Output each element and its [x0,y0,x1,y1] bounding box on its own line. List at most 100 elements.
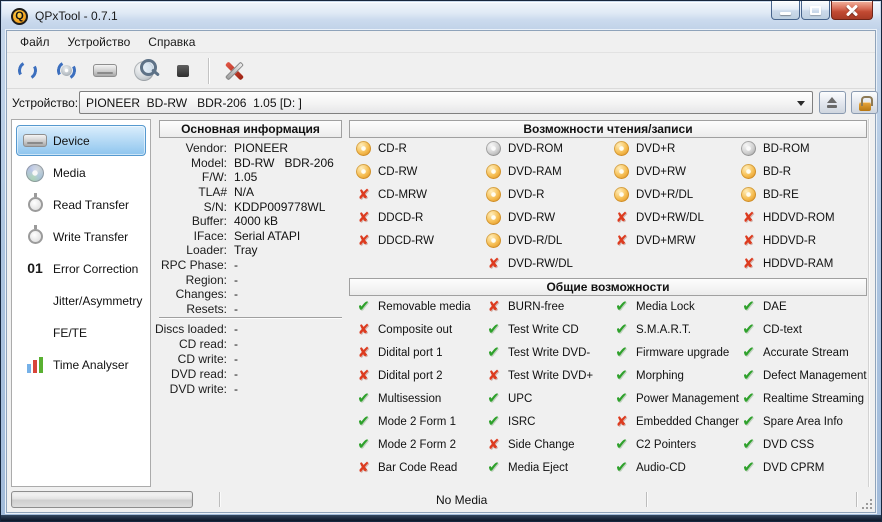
capability-label: ISRC [508,416,535,428]
sidebar-item[interactable]: Jitter/Asymmetry [16,285,146,316]
check-icon [742,390,755,408]
sidebar-item[interactable]: Error Correction [16,253,146,284]
capability-item: S.M.A.R.T. [614,318,739,341]
refresh-media-button[interactable] [50,56,82,86]
statusbar-separator [646,492,648,507]
cross-icon [358,186,370,204]
sidebar-item[interactable]: Read Transfer [16,189,146,220]
cross-icon [743,255,755,273]
capability-label: UPC [508,393,532,405]
menu-item[interactable]: Файл [11,32,59,52]
capability-label: Defect Management [763,370,867,382]
client-area: Файл Устройство Справка [6,30,876,513]
disc-write-icon [741,187,756,202]
info-row-value: 1.05 [234,170,257,184]
check-icon [487,390,500,408]
capability-item: BURN-free [486,295,612,318]
capability-item: Accurate Stream [741,341,867,364]
menu-item[interactable]: Устройство [59,32,140,52]
capability-label: Mode 2 Form 1 [378,416,456,428]
sidebar-item[interactable]: Device [16,125,146,156]
refresh-button[interactable] [11,56,43,86]
cross-icon [358,367,370,385]
stop-button[interactable] [167,56,199,86]
capability-item: Firmware upgrade [614,341,739,364]
capability-label: Bar Code Read [378,462,457,474]
capability-label: Media Eject [508,462,568,474]
info-row: Discs loaded: - [153,321,349,336]
info-row-label: DVD write: [153,382,227,396]
disc-write-icon [486,164,501,179]
disc-write-icon [741,164,756,179]
drive-info-button[interactable] [89,56,121,86]
close-button[interactable] [831,1,873,20]
resize-grip[interactable] [861,498,873,510]
info-row: IFace: Serial ATAPI [153,229,349,244]
info-row-label: CD read: [153,337,227,351]
capability-item: BD-RE [741,183,867,206]
info-row-label: DVD read: [153,367,227,381]
capability-item: Morphing [614,364,739,387]
check-icon [742,459,755,477]
sidebar-item[interactable]: Media [16,157,146,188]
capability-label: CD-text [763,324,802,336]
lock-button[interactable] [851,91,878,114]
capability-item: Spare Area Info [741,410,867,433]
capability-item: Didital port 1 [356,341,484,364]
capability-label: DVD+RW [636,166,686,178]
status-message: No Media [436,493,487,507]
title-bar[interactable]: Q QPxTool - 0.7.1 [2,2,880,30]
info-row-label: Vendor: [153,141,227,155]
capability-item: Side Change [486,433,612,456]
maximize-button[interactable] [801,1,830,20]
cross-icon [358,232,370,250]
capability-label: Side Change [508,439,575,451]
minimize-button[interactable] [771,1,800,20]
disc-read-icon [741,141,756,156]
disc-read-icon [486,141,501,156]
sidebar-item-label: Device [53,134,90,148]
check-icon [742,298,755,316]
minimize-icon [780,12,791,15]
capability-label: HDDVD-R [763,235,816,247]
check-icon [615,298,628,316]
device-select[interactable]: PIONEER BD-RW BDR-206 1.05 [D: ] [79,91,813,114]
capability-label: DVD CSS [763,439,814,451]
info-row: F/W: 1.05 [153,170,349,185]
settings-icon [222,59,246,83]
settings-button[interactable] [218,56,250,86]
capability-label: DVD-RAM [508,166,562,178]
stop-icon [177,65,189,77]
menu-item[interactable]: Справка [139,32,204,52]
info-row: DVD write: - [153,381,349,396]
window-title: QPxTool - 0.7.1 [35,9,118,23]
eject-button[interactable] [819,91,846,114]
sidebar: Device Media Read Transfer Write [11,119,151,487]
capability-label: BD-R [763,166,791,178]
cross-icon [743,232,755,250]
capability-label: Realtime Streaming [763,393,864,405]
info-rows: Vendor: PIONEER Model: BD-RW BDR-206 F/W… [153,141,349,316]
capability-label: Embedded Changer [636,416,739,428]
check-icon [742,413,755,431]
general-column-3: Media Lock S.M.A.R.T. Firmware upgrade [614,295,739,479]
maximize-icon [810,6,821,15]
cross-icon [488,298,500,316]
check-icon [742,344,755,362]
scan-button[interactable] [128,56,160,86]
rw-panel-title: Возможности чтения/записи [349,120,867,138]
capability-label: Firmware upgrade [636,347,729,359]
capability-item: Defect Management [741,364,867,387]
capability-item: DVD-R [486,183,612,206]
capability-item: DVD-RAM [486,160,612,183]
sidebar-item[interactable]: Write Transfer [16,221,146,252]
sidebar-item[interactable]: FE/TE [16,317,146,348]
capability-item: DAE [741,295,867,318]
info-row: DVD read: - [153,366,349,381]
info-row: Loader: Tray [153,243,349,258]
cross-icon [358,209,370,227]
check-icon [357,413,370,431]
capability-label: CD-MRW [378,189,427,201]
info-row-label: IFace: [153,229,227,243]
sidebar-item[interactable]: Time Analyser [16,349,146,380]
